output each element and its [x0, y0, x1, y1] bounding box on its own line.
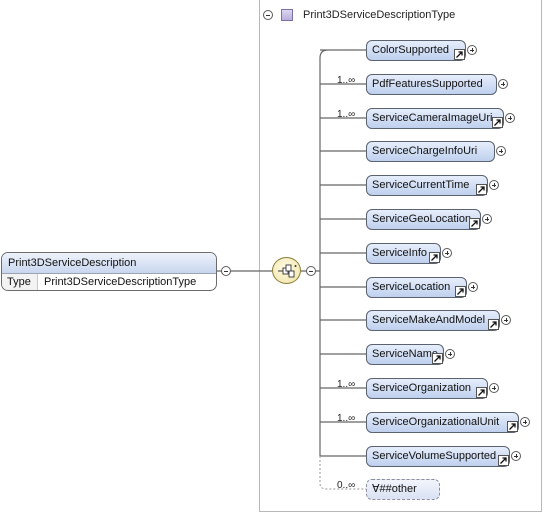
element-service-volume-supported[interactable]: ServiceVolumeSupported: [366, 446, 510, 467]
sequence-collapse-button[interactable]: [306, 266, 316, 276]
element-name: ServiceInfo: [372, 247, 428, 259]
reference-arrow-icon: [488, 319, 499, 330]
wildcard-label: ∀##other: [372, 483, 417, 495]
element-name: ServiceCurrentTime: [372, 179, 470, 191]
reference-arrow-icon: [432, 353, 443, 364]
occurrence-label: 1..∞: [337, 413, 356, 424]
expand-service-organization-button[interactable]: [489, 383, 499, 393]
root-element-box[interactable]: Print3DServiceDescription Type Print3DSe…: [1, 252, 217, 291]
element-service-charge-info-uri[interactable]: ServiceChargeInfoUri: [366, 141, 495, 162]
element-service-make-and-model[interactable]: ServiceMakeAndModel: [366, 310, 500, 331]
wildcard-occurrence-label: 0..∞: [337, 480, 356, 491]
reference-arrow-icon: [498, 455, 509, 466]
element-name: ColorSupported: [372, 44, 450, 56]
element-name: ServiceName: [372, 348, 439, 360]
element-name: ServiceLocation: [372, 281, 451, 293]
element-service-organizational-unit[interactable]: ServiceOrganizationalUnit: [366, 412, 519, 433]
expand-service-organizational-unit-button[interactable]: [520, 417, 530, 427]
root-type-value: Print3DServiceDescriptionType: [44, 276, 197, 288]
element-service-name[interactable]: ServiceName: [366, 344, 444, 365]
element-name: ServiceChargeInfoUri: [372, 145, 478, 157]
expand-service-location-button[interactable]: [468, 282, 478, 292]
element-service-current-time[interactable]: ServiceCurrentTime: [366, 175, 488, 196]
occurrence-label: 1..∞: [337, 109, 356, 120]
wildcard-any-element[interactable]: ∀##other: [366, 479, 440, 500]
element-name: ServiceMakeAndModel: [372, 314, 486, 326]
reference-arrow-icon: [429, 252, 440, 263]
root-collapse-button[interactable]: [221, 266, 231, 276]
expand-pdf-features-supported-button[interactable]: [498, 79, 508, 89]
expand-service-camera-image-uri-button[interactable]: [505, 113, 515, 123]
expand-service-current-time-button[interactable]: [489, 180, 499, 190]
root-element-type-row: Type Print3DServiceDescriptionType: [2, 274, 216, 290]
sequence-compositor-icon[interactable]: [272, 257, 301, 284]
element-service-geo-location[interactable]: ServiceGeoLocation: [366, 209, 481, 230]
expand-service-name-button[interactable]: [445, 349, 455, 359]
element-service-info[interactable]: ServiceInfo: [366, 243, 441, 264]
occurrence-label: 1..∞: [337, 75, 356, 86]
reference-arrow-icon: [454, 49, 465, 60]
reference-arrow-icon: [469, 218, 480, 229]
reference-arrow-icon: [507, 421, 518, 432]
root-element-name: Print3DServiceDescription: [2, 253, 216, 274]
expand-color-supported-button[interactable]: [467, 45, 477, 55]
element-name: ServiceVolumeSupported: [372, 450, 497, 462]
reference-arrow-icon: [476, 184, 487, 195]
element-name: ServiceCameraImageUri: [372, 112, 493, 124]
expand-service-make-and-model-button[interactable]: [501, 315, 511, 325]
expand-service-geo-location-button[interactable]: [482, 214, 492, 224]
element-name: PdfFeaturesSupported: [372, 78, 483, 90]
expand-service-charge-info-uri-button[interactable]: [496, 146, 506, 156]
element-service-location[interactable]: ServiceLocation: [366, 277, 467, 298]
element-name: ServiceOrganizationalUnit: [372, 416, 500, 428]
reference-arrow-icon: [492, 117, 503, 128]
schema-diagram: Print3DServiceDescriptionType Print3DSer…: [0, 0, 545, 515]
element-pdf-features-supported[interactable]: PdfFeaturesSupported: [366, 74, 497, 95]
reference-arrow-icon: [455, 286, 466, 297]
reference-arrow-icon: [476, 387, 487, 398]
element-name: ServiceGeoLocation: [372, 213, 472, 225]
occurrence-label: 1..∞: [337, 379, 356, 390]
expand-service-info-button[interactable]: [442, 248, 452, 258]
element-service-camera-image-uri[interactable]: ServiceCameraImageUri: [366, 108, 504, 129]
element-name: ServiceOrganization: [372, 382, 472, 394]
element-color-supported[interactable]: ColorSupported: [366, 40, 466, 61]
element-service-organization[interactable]: ServiceOrganization: [366, 378, 488, 399]
root-type-label: Type: [2, 274, 38, 290]
expand-service-volume-supported-button[interactable]: [511, 451, 521, 461]
